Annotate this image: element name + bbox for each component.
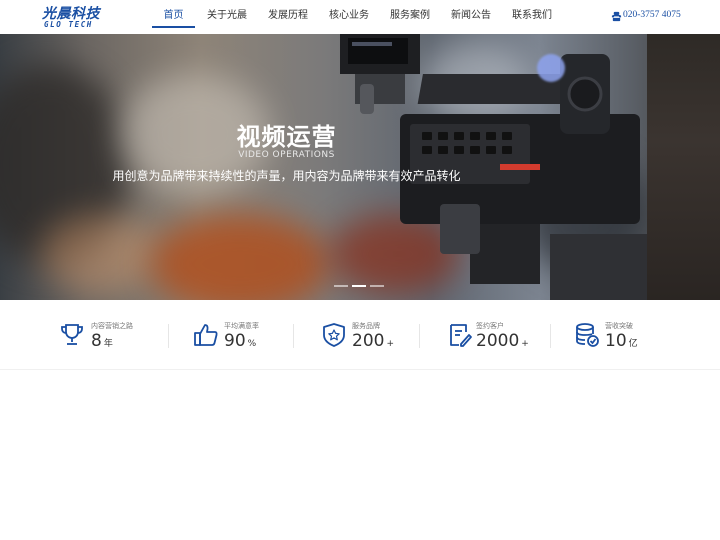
phone-icon (611, 11, 622, 22)
banner-accent-dot (537, 54, 565, 82)
stat-divider (550, 324, 551, 348)
nav-item-home[interactable]: 首页 (152, 0, 195, 34)
carousel-dot-active[interactable] (352, 285, 366, 287)
logo-english-name: GLO TECH (44, 20, 93, 29)
banner-description: 用创意为品牌带来持续性的声量，用内容为品牌带来有效产品转化 (112, 169, 461, 183)
banner-subtitle: VIDEO OPERATIONS (238, 150, 335, 160)
stat-label: 服务品牌 (352, 322, 380, 330)
stat-divider (293, 324, 294, 348)
stat-label: 营收突破 (605, 322, 633, 330)
carousel-dot[interactable] (334, 285, 348, 287)
site-header: 光晨科技 GLO TECH 首页 关于光晨 发展历程 核心业务 服务案例 新闻公… (0, 0, 720, 34)
database-check-icon (576, 323, 599, 347)
stat-value: 2000 + (476, 331, 529, 351)
banner-bg-shape (150, 214, 330, 300)
nav-item-core-business[interactable]: 核心业务 (327, 0, 371, 34)
stat-value: 8年 (91, 331, 113, 351)
stat-divider (419, 324, 420, 348)
stat-value: 10 亿 (605, 331, 638, 351)
stat-value: 200 + (352, 331, 394, 351)
nav-item-about[interactable]: 关于光晨 (205, 0, 249, 34)
thumbs-up-icon (194, 324, 218, 346)
nav-item-history[interactable]: 发展历程 (266, 0, 310, 34)
signed-document-icon (450, 324, 472, 347)
page-blank-area (0, 371, 720, 540)
stat-value: 90% (224, 331, 257, 351)
banner-bg-shape (40, 214, 160, 294)
nav-item-news[interactable]: 新闻公告 (449, 0, 493, 34)
stat-label: 内容营销之路 (91, 322, 133, 330)
stats-bar: 内容营销之路 8年 平均满意率 90% 服务品牌 200 + 签约客户 2000 + (0, 300, 720, 370)
nav-item-contact[interactable]: 联系我们 (510, 0, 554, 34)
hero-banner: 视频运营 VIDEO OPERATIONS 用创意为品牌带来持续性的声量，用内容… (0, 34, 720, 300)
banner-title: 视频运营 (236, 123, 337, 151)
phone-number: 020-3757 4075 (623, 10, 681, 20)
shield-star-icon (323, 323, 345, 347)
stat-label: 签约客户 (476, 322, 504, 330)
nav-item-cases[interactable]: 服务案例 (388, 0, 432, 34)
stat-label: 平均满意率 (224, 322, 259, 330)
carousel-dot[interactable] (370, 285, 384, 287)
stat-divider (168, 324, 169, 348)
trophy-icon (61, 324, 83, 345)
banner-dark-edge (647, 34, 720, 300)
logo[interactable]: 光晨科技 GLO TECH (42, 3, 102, 31)
